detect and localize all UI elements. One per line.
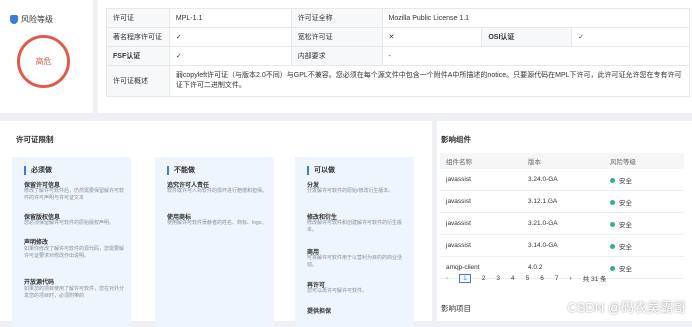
safe-dot-icon bbox=[610, 200, 615, 206]
risk-label: 安全 bbox=[619, 199, 632, 207]
accent-bar bbox=[167, 165, 169, 175]
accent-bar bbox=[24, 165, 26, 175]
rule-desc: 您必须保留解许可软件的原始版权声明。 bbox=[24, 220, 115, 226]
component-name: javassist bbox=[440, 190, 522, 213]
label: 许可证概述 bbox=[106, 65, 170, 97]
column-header: 风险等级 bbox=[604, 153, 684, 169]
risk-card: 风险等级 高危 bbox=[0, 0, 93, 113]
license-info-table: 许可证 MPL-1.1 许可证全称 Mozilla Public License… bbox=[106, 8, 691, 97]
label: 许可证全称 bbox=[290, 8, 383, 28]
rule-desc: 软件或许可人对软件的损坏进行赔偿和担保。 bbox=[167, 188, 268, 194]
rule-desc: 修改了解许可软件后，仍然需要保留解许可软件的许可声明与许可证文本 bbox=[24, 188, 125, 201]
rule-desc: 分发解许可软件的原始/修改衍生版本。 bbox=[307, 188, 394, 194]
check-icon: ✓ bbox=[571, 27, 690, 47]
component-name: javassist bbox=[440, 212, 522, 235]
prev-page-icon[interactable]: ‹ bbox=[446, 275, 448, 282]
column-header: 版本 bbox=[522, 153, 604, 169]
column-title: 可以做 bbox=[314, 167, 335, 174]
license-row: 许可证概述 弱copyleft许可证（与版本2.0不同）与GPL不兼容。您必须在… bbox=[106, 65, 691, 97]
risk-label: 安全 bbox=[619, 177, 632, 185]
table-row[interactable]: javassist 3.21.0-GA 安全 bbox=[440, 212, 684, 235]
table-row[interactable]: javassist 3.14.0-GA 安全 bbox=[440, 234, 684, 257]
can-do-column: 可以做 分发 分发解许可软件的原始/修改衍生版本。 修改和衍生 修改解许可软件和… bbox=[295, 157, 414, 327]
component-version: 3.14.0-GA bbox=[522, 234, 604, 257]
component-name: javassist bbox=[440, 169, 522, 191]
risk-label: 安全 bbox=[619, 265, 632, 273]
rule-desc: 使用解许可软件贡献者的姓名、商标、logo。 bbox=[167, 220, 267, 226]
component-version: 3.21.0-GA bbox=[522, 212, 604, 235]
watermark: CSDN @码农吴霸哥 bbox=[567, 300, 686, 315]
affected-components-card: 影响组件 组件名称 版本 风险等级 javassist 3.24.0-GA 安全… bbox=[437, 121, 692, 321]
page-4[interactable]: 4 bbox=[511, 275, 515, 282]
license-row: FSF认证 ✓ 内部要求 - bbox=[106, 46, 691, 66]
rule-desc: 可将解许可软件用于以营利为目的的商业活动。 bbox=[307, 255, 403, 268]
rule-desc: 您可以再许可解许可软件。 bbox=[307, 288, 368, 294]
page-6[interactable]: 6 bbox=[540, 275, 544, 282]
rule-desc: 如果您的项目使用了解许可软件，您在对外分发您的项目时，必须附带的 bbox=[24, 286, 125, 299]
rule-desc: 修改解许可软件和创建解许可软件的衍生版本。 bbox=[307, 220, 403, 233]
column-header: 组件名称 bbox=[440, 153, 522, 169]
components-table: 组件名称 版本 风险等级 javassist 3.24.0-GA 安全 java… bbox=[440, 153, 684, 279]
label: FSF认证 bbox=[106, 46, 170, 66]
safe-dot-icon bbox=[610, 222, 615, 228]
page-2[interactable]: 2 bbox=[482, 275, 486, 282]
license-info-card: 许可证 MPL-1.1 许可证全称 Mozilla Public License… bbox=[98, 0, 692, 113]
risk-level-circle: 高危 bbox=[17, 35, 70, 88]
label: 著名程序许可证 bbox=[106, 27, 170, 47]
license-row: 著名程序许可证 ✓ 宽松许可证 ✕ OSI认证 ✓ bbox=[106, 27, 690, 47]
total-count: 共 31 条 bbox=[582, 276, 607, 283]
column-title: 必须做 bbox=[31, 167, 52, 174]
safe-dot-icon bbox=[610, 244, 615, 250]
table-row[interactable]: javassist 3.12.1.GA 安全 bbox=[440, 190, 684, 213]
license-row: 许可证 MPL-1.1 许可证全称 Mozilla Public License… bbox=[106, 8, 691, 28]
table-row[interactable]: javassist 3.24.0-GA 安全 bbox=[440, 169, 684, 191]
check-icon: ✓ bbox=[168, 46, 292, 66]
component-name: javassist bbox=[440, 234, 522, 257]
safe-dot-icon bbox=[610, 266, 615, 272]
next-page-icon[interactable]: › bbox=[570, 275, 572, 282]
label: 宽松许可证 bbox=[290, 27, 383, 47]
label: OSI认证 bbox=[481, 27, 573, 47]
label: 许可证 bbox=[106, 8, 170, 28]
value: - bbox=[381, 46, 691, 66]
risk-label: 安全 bbox=[619, 221, 632, 229]
rule-desc: 如果你修改了解许可软件的源代码，您需要解许可证要求对修改作出说明。 bbox=[24, 246, 125, 259]
page-3[interactable]: 3 bbox=[496, 275, 500, 282]
value: MPL-1.1 bbox=[168, 8, 292, 28]
label: 内部要求 bbox=[290, 46, 383, 66]
shield-icon bbox=[10, 15, 18, 24]
cannot-do-column: 不能做 追究许可人责任 软件或许可人对软件的损坏进行赔偿和担保。 使用商标 使用… bbox=[155, 157, 274, 327]
page-5[interactable]: 5 bbox=[526, 275, 530, 282]
safe-dot-icon bbox=[610, 178, 615, 184]
rule-title: 提供担保 bbox=[307, 309, 332, 315]
license-restrictions-card: 许可证限制 必须做 保留许可信息 修改了解许可软件后，仍然需要保留解许可软件的许… bbox=[0, 121, 432, 327]
rule-title: 声明修改 bbox=[24, 240, 49, 246]
component-version: 3.12.1.GA bbox=[522, 190, 604, 213]
projects-title: 影响项目 bbox=[441, 304, 471, 313]
section-title: 许可证限制 bbox=[16, 135, 54, 144]
risk-title: 风险等级 bbox=[10, 14, 53, 25]
column-title: 不能做 bbox=[174, 167, 195, 174]
rule-title: 开放源代码 bbox=[24, 280, 55, 286]
value: Mozilla Public License 1.1 bbox=[381, 8, 691, 28]
cross-icon: ✕ bbox=[381, 27, 483, 47]
page-1[interactable]: 1 bbox=[459, 273, 471, 283]
risk-label: 安全 bbox=[619, 243, 632, 251]
component-version: 3.24.0-GA bbox=[522, 169, 604, 191]
check-icon: ✓ bbox=[168, 27, 292, 47]
page-7[interactable]: 7 bbox=[555, 275, 559, 282]
section-title: 影响组件 bbox=[441, 135, 471, 144]
table-header: 组件名称 版本 风险等级 bbox=[440, 153, 684, 169]
risk-level: 高危 bbox=[35, 57, 52, 66]
license-summary: 弱copyleft许可证（与版本2.0不同）与GPL不兼容。您必须在每个源文件中… bbox=[168, 65, 691, 97]
pagination: ‹ 1 2 3 4 5 6 7 › 共 31 条 bbox=[440, 271, 607, 285]
accent-bar bbox=[307, 165, 309, 175]
must-do-column: 必须做 保留许可信息 修改了解许可软件后，仍然需要保留解许可软件的许可声明与许可… bbox=[12, 157, 131, 327]
